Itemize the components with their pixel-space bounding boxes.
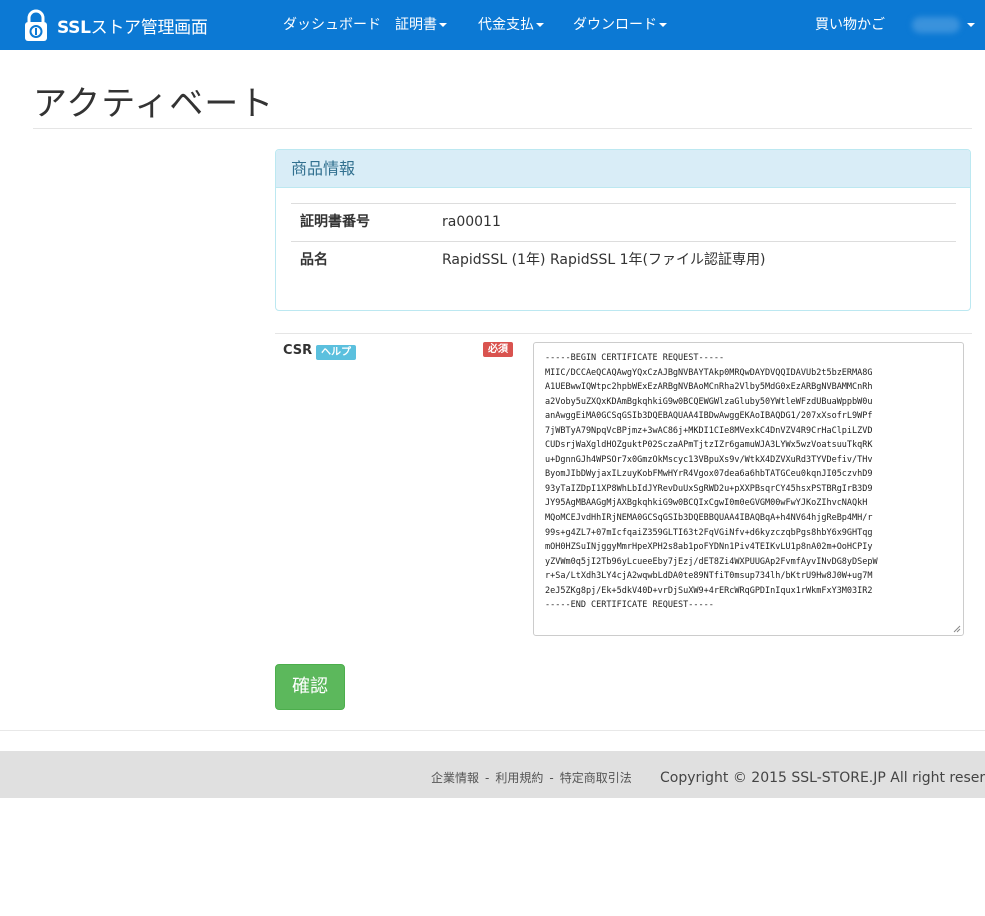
user-menu-caret-icon[interactable] — [967, 23, 975, 27]
product-name-label: 品名 — [300, 252, 328, 268]
panel-heading: 商品情報 — [276, 150, 970, 188]
nav-payment-dropdown[interactable]: 代金支払 — [478, 0, 544, 50]
table-row: 証明書番号 ra00011 — [291, 203, 956, 241]
top-navbar: SSLストア管理画面 ダッシュボード 証明書 代金支払 ダウンロード 買い物かご — [0, 0, 985, 50]
product-name-value: RapidSSL (1年) RapidSSL 1年(ファイル認証専用) — [442, 252, 766, 268]
form-divider — [275, 333, 972, 334]
csr-textarea[interactable]: -----BEGIN CERTIFICATE REQUEST----- MIIC… — [533, 342, 964, 636]
copyright-text: Copyright © 2015 SSL-STORE.JP All right … — [660, 770, 985, 786]
footer-links: 企業情報 - 利用規約 - 特定商取引法 — [431, 751, 632, 805]
nav-certificates-label: 証明書 — [395, 17, 437, 33]
footer-separator: - — [549, 771, 554, 785]
title-divider — [33, 128, 972, 129]
nav-cart-label: 買い物かご — [815, 17, 885, 33]
cert-number-label: 証明書番号 — [300, 214, 370, 230]
help-badge[interactable]: ヘルプ — [316, 345, 356, 360]
confirm-button[interactable]: 確認 — [275, 664, 345, 710]
footer-link-terms[interactable]: 利用規約 — [495, 771, 543, 785]
cert-number-value: ra00011 — [442, 214, 501, 230]
csr-textarea-content: -----BEGIN CERTIFICATE REQUEST----- MIIC… — [545, 353, 878, 611]
page-title: アクティベート — [33, 84, 275, 124]
product-info-table: 証明書番号 ra00011 品名 RapidSSL (1年) RapidSSL … — [291, 203, 956, 279]
nav-payment-label: 代金支払 — [478, 17, 534, 33]
user-menu-redacted[interactable] — [912, 17, 960, 33]
footer: 企業情報 - 利用規約 - 特定商取引法 Copyright © 2015 SSL-ST… — [0, 751, 985, 798]
caret-down-icon — [536, 23, 544, 27]
nav-certificates-dropdown[interactable]: 証明書 — [395, 0, 447, 50]
caret-down-icon — [659, 23, 667, 27]
nav-download-label: ダウンロード — [573, 17, 657, 33]
resize-grip-icon[interactable] — [953, 625, 961, 633]
nav-dashboard-label: ダッシュボード — [283, 17, 381, 33]
caret-down-icon — [439, 23, 447, 27]
footer-link-commerce-law[interactable]: 特定商取引法 — [560, 771, 632, 785]
brand-title: SSLストア管理画面 — [57, 17, 208, 38]
nav-dashboard[interactable]: ダッシュボード — [283, 0, 381, 50]
nav-download-dropdown[interactable]: ダウンロード — [573, 0, 667, 50]
required-badge: 必須 — [483, 342, 513, 357]
csr-label: CSR — [283, 343, 313, 358]
content-bottom-divider — [0, 730, 985, 731]
product-info-panel: 商品情報 証明書番号 ra00011 品名 RapidSSL (1年) Rapi… — [275, 149, 971, 311]
padlock-icon — [24, 9, 48, 41]
nav-cart-link[interactable]: 買い物かご — [815, 0, 885, 50]
brand-logo-link[interactable]: SSLストア管理画面 — [24, 7, 208, 43]
footer-separator: - — [485, 771, 490, 785]
footer-link-company[interactable]: 企業情報 — [431, 771, 479, 785]
table-row: 品名 RapidSSL (1年) RapidSSL 1年(ファイル認証専用) — [291, 241, 956, 279]
